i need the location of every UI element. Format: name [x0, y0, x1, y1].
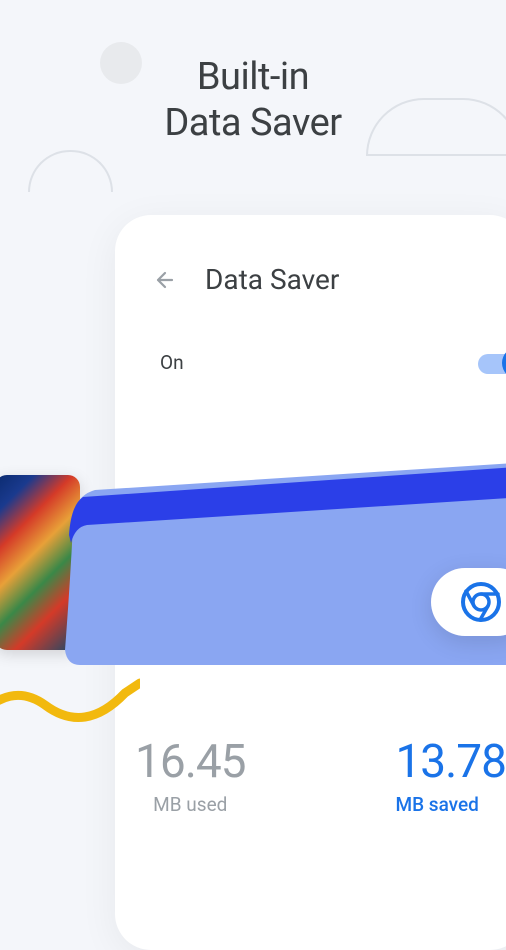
hero-title-line1: Built-in: [197, 55, 309, 99]
stat-used-value: 16.45: [135, 735, 246, 789]
data-saver-toggle[interactable]: [466, 348, 506, 376]
hero-title-line2: Data Saver: [164, 101, 341, 145]
chrome-icon: [461, 582, 501, 622]
decorative-circle: [100, 42, 142, 84]
back-icon[interactable]: [153, 268, 177, 292]
stats-row: 16.45 MB used 13.78 MB saved: [135, 735, 506, 816]
savings-chart: [65, 455, 506, 665]
card-header: Data Saver: [115, 215, 506, 316]
stat-used-label: MB used: [135, 793, 246, 816]
stat-used: 16.45 MB used: [135, 735, 246, 816]
toggle-row: On: [115, 316, 506, 376]
toggle-knob: [502, 347, 506, 379]
decorative-cloud-left: [28, 150, 113, 192]
card-title: Data Saver: [205, 263, 339, 296]
chrome-badge[interactable]: [431, 568, 506, 636]
stat-saved-label: MB saved: [395, 793, 506, 816]
stat-saved-value: 13.78: [395, 735, 506, 789]
decorative-wave: [0, 665, 140, 755]
stat-saved: 13.78 MB saved: [395, 735, 506, 816]
toggle-label: On: [160, 351, 184, 374]
